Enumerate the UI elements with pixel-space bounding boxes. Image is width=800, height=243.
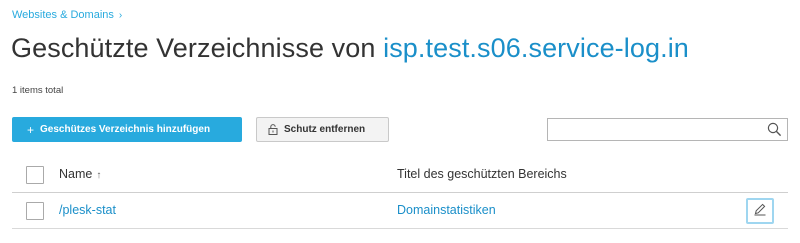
table-header-row: Name ↑ Titel des geschützten Bereichs bbox=[12, 157, 788, 193]
edit-button[interactable] bbox=[746, 198, 774, 224]
items-total: 1 items total bbox=[12, 85, 64, 96]
add-protected-directory-button[interactable]: + Geschützes Verzeichnis hinzufügen bbox=[12, 117, 242, 142]
column-header-title: Titel des geschützten Bereichs bbox=[397, 167, 567, 181]
page-title-prefix: Geschützte Verzeichnisse von bbox=[11, 33, 384, 63]
search-box bbox=[547, 118, 788, 141]
remove-protection-button[interactable]: Schutz entfernen bbox=[256, 117, 389, 142]
search-icon[interactable] bbox=[767, 122, 782, 142]
chevron-right-icon: › bbox=[118, 9, 123, 21]
pencil-icon bbox=[753, 202, 767, 221]
sort-ascending-icon: ↑ bbox=[96, 170, 102, 181]
select-all-checkbox[interactable] bbox=[26, 166, 44, 184]
protected-directories-table: Name ↑ Titel des geschützten Bereichs /pl… bbox=[12, 157, 788, 229]
plus-icon: + bbox=[27, 122, 35, 137]
page-title-domain-link[interactable]: isp.test.s06.service-log.in bbox=[383, 33, 689, 63]
remove-protection-label: Schutz entfernen bbox=[284, 124, 366, 135]
add-protected-directory-label: Geschützes Verzeichnis hinzufügen bbox=[40, 124, 211, 135]
lock-icon bbox=[268, 124, 278, 135]
column-header-name[interactable]: Name ↑ bbox=[59, 167, 101, 181]
table-row: /plesk-stat Domainstatistiken bbox=[12, 193, 788, 229]
page-title: Geschützte Verzeichnisse von isp.test.s0… bbox=[11, 33, 689, 64]
realm-title-link[interactable]: Domainstatistiken bbox=[397, 203, 496, 217]
column-header-name-label: Name bbox=[59, 167, 93, 181]
search-input[interactable] bbox=[548, 119, 763, 140]
row-checkbox[interactable] bbox=[26, 202, 44, 220]
directory-name-link[interactable]: /plesk-stat bbox=[59, 203, 116, 217]
breadcrumb-link-websites-domains[interactable]: Websites & Domains bbox=[12, 9, 114, 21]
breadcrumb: Websites & Domains › bbox=[12, 9, 122, 21]
